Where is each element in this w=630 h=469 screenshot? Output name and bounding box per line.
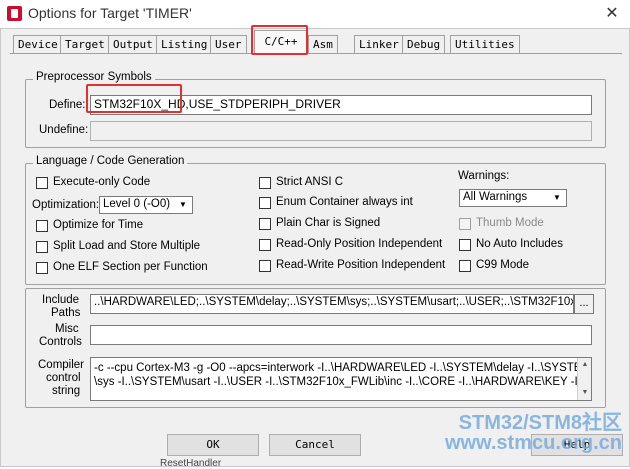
- tab-user[interactable]: User: [210, 35, 247, 54]
- no-auto-includes-label: No Auto Includes: [476, 238, 563, 250]
- split-load-checkbox[interactable]: [36, 241, 48, 253]
- cancel-button[interactable]: Cancel: [269, 434, 361, 456]
- scroll-up-icon[interactable]: ▲: [580, 360, 590, 370]
- background-window-text: ResetHandler: [160, 458, 222, 469]
- compiler-string-scrollbar[interactable]: ▲ ▼: [577, 358, 591, 400]
- undefine-label: Undefine:: [39, 124, 89, 136]
- tab-asm[interactable]: Asm: [308, 35, 338, 54]
- c99-mode-checkbox[interactable]: [459, 260, 471, 272]
- misc-label-line2: Controls: [39, 336, 82, 348]
- rwpi-checkbox[interactable]: [259, 260, 271, 272]
- optimize-time-checkbox[interactable]: [36, 220, 48, 232]
- compiler-control-string[interactable]: -c --cpu Cortex-M3 -g -O0 --apcs=interwo…: [90, 357, 592, 401]
- define-input[interactable]: STM32F10X_HD,USE_STDPERIPH_DRIVER: [90, 95, 592, 115]
- preprocessor-group-label: Preprocessor Symbols: [33, 71, 155, 83]
- chevron-down-icon: ▼: [553, 193, 561, 202]
- window-title: Options for Target 'TIMER': [28, 5, 192, 21]
- misc-label-line1: Misc: [55, 323, 79, 335]
- tab-utilities[interactable]: Utilities: [450, 35, 520, 54]
- include-label-line2: Paths: [51, 307, 81, 319]
- optimization-value: Level 0 (-O0): [103, 198, 171, 210]
- thumb-mode-checkbox[interactable]: [459, 218, 471, 230]
- help-button[interactable]: Help: [531, 434, 623, 456]
- tab-target[interactable]: Target: [60, 35, 110, 54]
- tab-strip-border: [10, 53, 622, 54]
- scroll-down-icon[interactable]: ▼: [580, 388, 590, 398]
- keil-app-icon: [7, 6, 22, 21]
- thumb-mode-label: Thumb Mode: [476, 217, 544, 229]
- chevron-down-icon: ▼: [179, 200, 187, 209]
- one-elf-checkbox[interactable]: [36, 262, 48, 274]
- include-paths-browse-button[interactable]: ...: [574, 294, 594, 314]
- compiler-string-line2: \sys -I..\SYSTEM\usart -I..\USER -I..\ST…: [94, 376, 585, 388]
- optimize-time-label: Optimize for Time: [53, 219, 144, 231]
- ropi-checkbox[interactable]: [259, 239, 271, 251]
- warnings-label: Warnings:: [458, 170, 510, 182]
- optimization-label: Optimization:: [32, 199, 100, 211]
- compiler-string-line1: -c --cpu Cortex-M3 -g -O0 --apcs=interwo…: [94, 362, 592, 374]
- warnings-value: All Warnings: [463, 191, 528, 203]
- include-paths-input[interactable]: ..\HARDWARE\LED;..\SYSTEM\delay;..\SYSTE…: [90, 294, 574, 314]
- tab-linker[interactable]: Linker: [354, 35, 404, 54]
- strict-ansi-label: Strict ANSI C: [276, 176, 344, 188]
- ropi-label: Read-Only Position Independent: [276, 238, 443, 250]
- compiler-label-line2: control: [46, 372, 81, 384]
- execute-only-label: Execute-only Code: [53, 176, 151, 188]
- one-elf-label: One ELF Section per Function: [53, 261, 208, 273]
- optimization-select[interactable]: Level 0 (-O0) ▼: [99, 196, 193, 214]
- plain-char-checkbox[interactable]: [259, 218, 271, 230]
- no-auto-includes-checkbox[interactable]: [459, 239, 471, 251]
- tab-c-cpp[interactable]: C/C++: [254, 30, 308, 54]
- plain-char-label: Plain Char is Signed: [276, 217, 381, 229]
- split-load-label: Split Load and Store Multiple: [53, 240, 201, 252]
- c99-mode-label: C99 Mode: [476, 259, 530, 271]
- include-label-line1: Include: [42, 294, 80, 306]
- tab-device[interactable]: Device: [13, 35, 63, 54]
- ok-button[interactable]: OK: [167, 434, 259, 456]
- rwpi-label: Read-Write Position Independent: [276, 259, 446, 271]
- tab-listing[interactable]: Listing: [156, 35, 213, 54]
- undefine-input[interactable]: [90, 121, 592, 141]
- title-bar: Options for Target 'TIMER' ✕: [0, 0, 630, 28]
- enum-container-checkbox[interactable]: [259, 197, 271, 209]
- tab-debug[interactable]: Debug: [402, 35, 446, 54]
- compiler-label-line3: string: [52, 385, 81, 397]
- compiler-label-line1: Compiler: [38, 359, 85, 371]
- execute-only-checkbox[interactable]: [36, 177, 48, 189]
- warnings-select[interactable]: All Warnings ▼: [459, 189, 567, 207]
- strict-ansi-checkbox[interactable]: [259, 177, 271, 189]
- tab-output[interactable]: Output: [108, 35, 158, 54]
- misc-controls-input[interactable]: [90, 325, 592, 345]
- close-icon[interactable]: ✕: [600, 3, 624, 25]
- language-group-label: Language / Code Generation: [33, 155, 188, 167]
- define-label: Define:: [49, 99, 86, 111]
- enum-container-label: Enum Container always int: [276, 196, 413, 208]
